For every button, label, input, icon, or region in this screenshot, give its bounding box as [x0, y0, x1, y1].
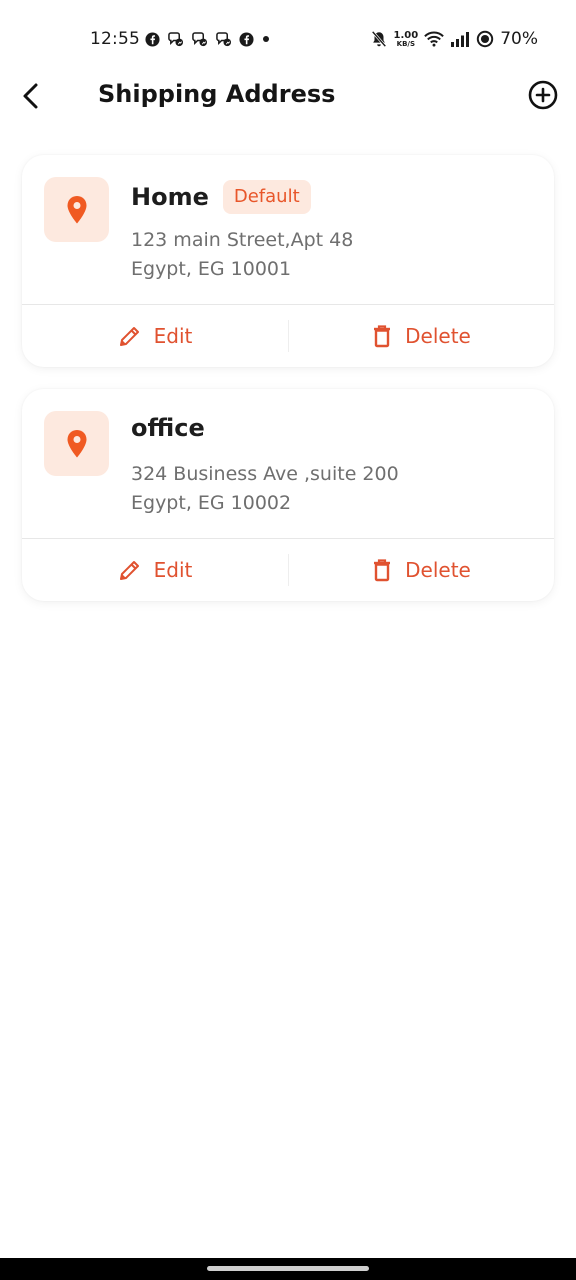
messenger-icon	[216, 31, 231, 46]
edit-label: Edit	[153, 558, 193, 582]
chevron-left-icon	[23, 83, 38, 109]
back-button[interactable]	[18, 80, 46, 112]
plus-circle-icon	[528, 80, 558, 110]
battery-icon	[477, 30, 494, 48]
silent-bell-icon	[371, 30, 386, 48]
trash-icon	[374, 559, 391, 582]
address-line-2: Egypt, EG 10002	[131, 492, 292, 514]
location-icon-box	[44, 411, 109, 476]
address-card: office 324 Business Ave ,suite 200 Egypt…	[22, 389, 554, 601]
page-title: Shipping Address	[98, 80, 336, 108]
edit-label: Edit	[153, 324, 193, 348]
notification-icons	[145, 30, 271, 48]
system-nav-bar	[0, 1258, 576, 1280]
delete-label: Delete	[405, 324, 471, 348]
address-card: Home Default 123 main Street,Apt 48 Egyp…	[22, 155, 554, 367]
system-status-icons: 1.00 KB/S 70%	[370, 28, 538, 50]
signal-icon	[451, 31, 470, 47]
network-speed-value: 1.00	[393, 29, 419, 41]
facebook-icon	[239, 31, 254, 47]
address-line-1: 123 main Street,Apt 48	[131, 229, 354, 251]
add-address-button[interactable]	[527, 79, 559, 111]
status-time: 12:55	[90, 29, 140, 49]
delete-button[interactable]: Delete	[288, 539, 554, 601]
delete-label: Delete	[405, 558, 471, 582]
address-title: office	[131, 414, 205, 442]
address-line-2: Egypt, EG 10001	[131, 258, 292, 280]
address-title-row: Home Default	[131, 180, 311, 214]
trash-icon	[374, 325, 391, 348]
messenger-icon	[192, 31, 207, 46]
more-notifications-dot-icon	[263, 36, 269, 42]
home-indicator[interactable]	[207, 1266, 369, 1271]
app-header: Shipping Address	[0, 78, 576, 114]
pencil-icon	[119, 561, 139, 580]
network-speed-unit: KB/S	[396, 39, 416, 48]
facebook-icon	[145, 31, 160, 47]
pencil-icon	[119, 327, 139, 346]
address-title: Home	[131, 183, 209, 211]
location-icon-box	[44, 177, 109, 242]
network-speed: 1.00 KB/S	[393, 29, 419, 48]
address-line-1: 324 Business Ave ,suite 200	[131, 463, 399, 485]
location-pin-icon	[67, 195, 86, 223]
edit-button[interactable]: Edit	[22, 539, 288, 601]
edit-button[interactable]: Edit	[22, 305, 288, 367]
delete-button[interactable]: Delete	[288, 305, 554, 367]
wifi-icon	[424, 31, 445, 47]
default-badge: Default	[222, 180, 311, 214]
messenger-icon	[168, 31, 183, 46]
status-bar: 12:55 1.00 KB/S 70%	[0, 0, 576, 78]
battery-percent: 70%	[500, 29, 538, 49]
location-pin-icon	[67, 429, 86, 457]
address-title-row: office	[131, 414, 205, 442]
